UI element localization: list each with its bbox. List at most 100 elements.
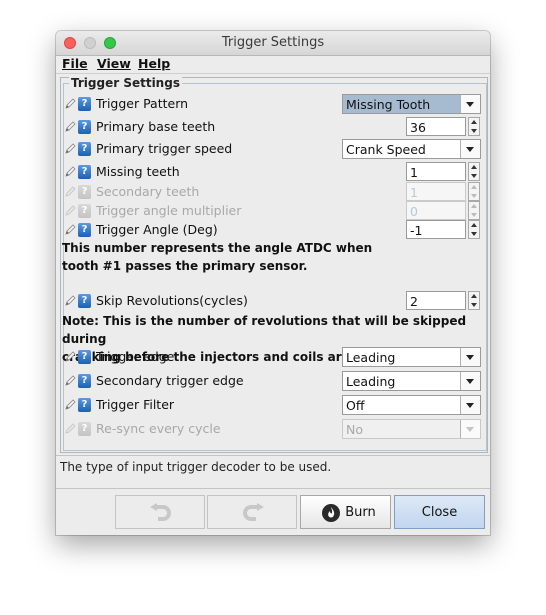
chevron-down-icon[interactable] [460, 396, 480, 414]
trigger-filter-value: Off [346, 398, 365, 413]
row-trigger-pattern: ? Trigger Pattern Missing Tooth [56, 94, 490, 114]
row-trigger-angle-multiplier: ? Trigger angle multiplier 0 [56, 201, 490, 221]
pen-icon[interactable] [64, 121, 76, 133]
menu-file[interactable]: File [62, 56, 88, 71]
burn-button-label: Burn [345, 505, 376, 520]
menu-view[interactable]: View [97, 56, 131, 71]
undo-icon [150, 503, 171, 521]
missing-teeth-stepper[interactable] [468, 162, 480, 181]
primary-trigger-speed-value: Crank Speed [346, 142, 426, 157]
trigger-angle-multiplier-input: 0 [406, 201, 466, 220]
pen-icon[interactable] [64, 98, 76, 110]
help-icon[interactable]: ? [78, 120, 91, 134]
chevron-down-icon[interactable] [460, 140, 480, 158]
pen-icon[interactable] [64, 375, 76, 387]
skip-revolutions-input[interactable]: 2 [406, 291, 466, 310]
trigger-angle-multiplier-stepper [468, 201, 480, 220]
secondary-teeth-label: Secondary teeth [96, 184, 200, 199]
trigger-edge-label: Trigger edge [96, 349, 175, 364]
help-icon[interactable]: ? [78, 223, 91, 237]
help-icon[interactable]: ? [78, 165, 91, 179]
trigger-angle-multiplier-label: Trigger angle multiplier [96, 203, 242, 218]
secondary-teeth-input: 1 [406, 182, 466, 201]
resync-value: No [346, 422, 363, 437]
trigger-angle-value: -1 [410, 223, 423, 238]
trigger-filter-label: Trigger Filter [96, 397, 175, 412]
trigger-edge-select[interactable]: Leading [342, 347, 481, 367]
chevron-down-icon[interactable] [460, 372, 480, 390]
help-icon: ? [78, 204, 91, 218]
trigger-angle-multiplier-value: 0 [410, 204, 418, 219]
pen-icon[interactable] [64, 224, 76, 236]
chevron-down-icon[interactable] [460, 95, 480, 113]
title-bar: Trigger Settings [56, 31, 490, 56]
pen-icon [65, 423, 76, 434]
help-text-area: The type of input trigger decoder to be … [56, 455, 490, 489]
help-icon[interactable]: ? [78, 294, 91, 308]
row-missing-teeth: ? Missing teeth 1 [56, 162, 490, 182]
primary-base-teeth-value: 36 [410, 120, 426, 135]
help-icon[interactable]: ? [78, 97, 91, 111]
skip-revolutions-note-line1: Note: This is the number of revolutions … [62, 314, 467, 346]
row-trigger-angle: ? Trigger Angle (Deg) -1 [56, 220, 490, 240]
trigger-pattern-select[interactable]: Missing Tooth [342, 94, 481, 114]
row-trigger-filter: ? Trigger Filter Off [56, 395, 490, 415]
missing-teeth-input[interactable]: 1 [406, 162, 466, 181]
row-trigger-edge: ? Trigger edge Leading [56, 347, 490, 367]
row-primary-trigger-speed: ? Primary trigger speed Crank Speed [56, 139, 490, 159]
secondary-teeth-value: 1 [410, 185, 418, 200]
help-icon[interactable]: ? [78, 142, 91, 156]
resync-label: Re-sync every cycle [96, 421, 221, 436]
row-primary-base-teeth: ? Primary base teeth 36 [56, 117, 490, 137]
trigger-angle-stepper[interactable] [468, 220, 480, 239]
trigger-angle-input[interactable]: -1 [406, 220, 466, 239]
trigger-angle-note: This number represents the angle ATDC wh… [62, 239, 372, 275]
redo-icon [243, 503, 264, 521]
row-secondary-trigger-edge: ? Secondary trigger edge Leading [56, 371, 490, 391]
primary-trigger-speed-label: Primary trigger speed [96, 141, 233, 156]
close-button[interactable]: Close [394, 495, 485, 529]
skip-revolutions-stepper[interactable] [468, 291, 480, 310]
skip-revolutions-label: Skip Revolutions(cycles) [96, 293, 248, 308]
pen-icon[interactable] [64, 399, 76, 411]
help-icon: ? [78, 185, 91, 199]
trigger-filter-select[interactable]: Off [342, 395, 481, 415]
secondary-trigger-edge-select[interactable]: Leading [342, 371, 481, 391]
row-skip-revolutions: ? Skip Revolutions(cycles) 2 [56, 291, 490, 311]
trigger-angle-note-line2: tooth #1 passes the primary sensor. [62, 259, 308, 273]
burn-button[interactable]: Burn [300, 495, 391, 529]
close-button-label: Close [421, 505, 458, 520]
trigger-angle-label: Trigger Angle (Deg) [96, 222, 218, 237]
help-icon[interactable]: ? [78, 374, 91, 388]
pen-icon[interactable] [64, 143, 76, 155]
trigger-pattern-label: Trigger Pattern [96, 96, 189, 111]
trigger-edge-value: Leading [346, 350, 396, 365]
pen-icon[interactable] [64, 166, 76, 178]
window-title: Trigger Settings [221, 35, 325, 50]
primary-base-teeth-input[interactable]: 36 [406, 117, 466, 136]
panel-legend: Trigger Settings [69, 76, 182, 90]
primary-base-teeth-stepper[interactable] [468, 117, 480, 136]
secondary-trigger-edge-label: Secondary trigger edge [96, 373, 244, 388]
pen-icon [65, 186, 76, 197]
trigger-settings-window: Trigger Settings File View Help Trigger … [56, 31, 490, 535]
undo-button[interactable] [115, 495, 205, 529]
pen-icon[interactable] [64, 351, 76, 363]
pen-icon [65, 205, 76, 216]
missing-teeth-label: Missing teeth [96, 164, 180, 179]
help-icon: ? [78, 422, 91, 436]
redo-button[interactable] [207, 495, 297, 529]
resync-select: No [342, 419, 481, 439]
secondary-trigger-edge-value: Leading [346, 374, 396, 389]
row-resync: ? Re-sync every cycle No [56, 419, 490, 439]
trigger-pattern-value: Missing Tooth [346, 97, 431, 112]
primary-trigger-speed-select[interactable]: Crank Speed [342, 139, 481, 159]
chevron-down-icon[interactable] [460, 348, 480, 366]
trigger-angle-note-line1: This number represents the angle ATDC wh… [62, 241, 373, 255]
help-icon[interactable]: ? [78, 350, 91, 364]
menu-help[interactable]: Help [138, 56, 170, 71]
pen-icon[interactable] [64, 295, 76, 307]
help-icon[interactable]: ? [78, 398, 91, 412]
help-text: The type of input trigger decoder to be … [60, 460, 332, 474]
skip-revolutions-value: 2 [410, 294, 418, 309]
